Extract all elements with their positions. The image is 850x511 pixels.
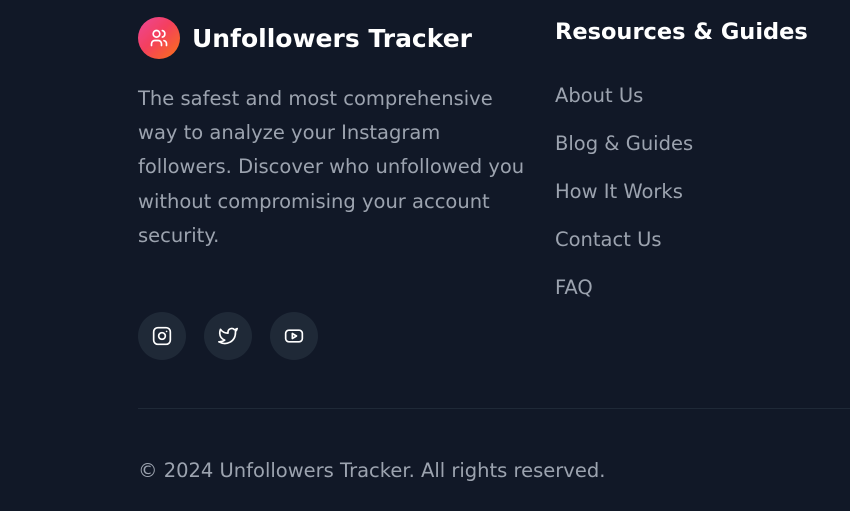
- link-about-us[interactable]: About Us: [555, 81, 693, 129]
- footer-brand[interactable]: Unfollowers Tracker: [138, 17, 472, 59]
- social-links: [138, 312, 336, 360]
- twitter-link[interactable]: [204, 312, 252, 360]
- twitter-icon: [218, 327, 238, 345]
- instagram-icon: [152, 326, 172, 346]
- brand-name: Unfollowers Tracker: [192, 23, 472, 53]
- link-how-it-works[interactable]: How It Works: [555, 177, 693, 225]
- link-blog-guides[interactable]: Blog & Guides: [555, 129, 693, 177]
- footer-description: The safest and most comprehensive way to…: [138, 87, 525, 247]
- resources-heading: Resources & Guides: [555, 19, 808, 45]
- youtube-link[interactable]: [270, 312, 318, 360]
- footer-divider: [138, 408, 850, 409]
- link-contact-us[interactable]: Contact Us: [555, 225, 693, 273]
- site-footer: Unfollowers Tracker The safest and most …: [0, 0, 850, 511]
- youtube-icon: [284, 329, 304, 343]
- link-faq[interactable]: FAQ: [555, 273, 693, 321]
- resources-links: About Us Blog & Guides How It Works Cont…: [555, 81, 693, 321]
- copyright-text: © 2024 Unfollowers Tracker. All rights r…: [138, 459, 606, 482]
- users-icon: [150, 29, 168, 47]
- instagram-link[interactable]: [138, 312, 186, 360]
- brand-logo: [138, 17, 180, 59]
